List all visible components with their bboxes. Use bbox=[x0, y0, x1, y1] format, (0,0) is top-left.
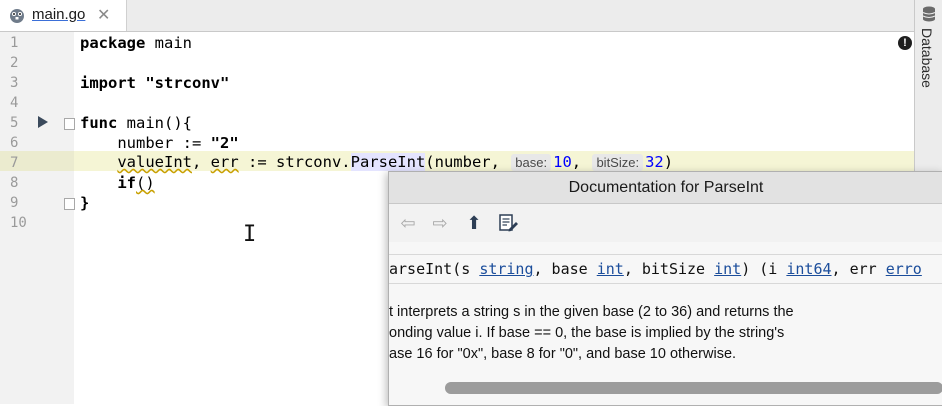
close-icon[interactable]: ✕ bbox=[97, 5, 110, 25]
number-literal: 32 bbox=[645, 153, 664, 171]
signature-text: ) (i bbox=[741, 260, 787, 278]
tab-main-go[interactable]: main.go ✕ bbox=[0, 0, 127, 31]
tab-label: main.go bbox=[32, 6, 86, 23]
documentation-popup[interactable]: Documentation for ParseInt ⇦ ⇨ ⬆ arseInt… bbox=[388, 171, 942, 406]
number-literal: 10 bbox=[553, 153, 572, 171]
variable-unused: valueInt bbox=[117, 153, 192, 171]
scrollbar-thumb[interactable] bbox=[445, 382, 942, 394]
code-text: main(){ bbox=[117, 114, 192, 132]
type-link[interactable]: int bbox=[597, 260, 624, 278]
string-literal: "strconv" bbox=[136, 74, 230, 92]
horizontal-scrollbar[interactable] bbox=[445, 382, 942, 394]
line-number: 5 bbox=[10, 115, 19, 131]
database-icon[interactable] bbox=[922, 6, 936, 22]
function-call: ParseInt bbox=[350, 153, 426, 171]
doc-line: onding value i. If base == 0, the base i… bbox=[389, 325, 785, 341]
parameter-hint: base: bbox=[511, 154, 552, 171]
go-gopher-file-icon bbox=[10, 9, 24, 23]
doc-line: ase 16 for "0x", base 8 for "0", and bas… bbox=[389, 346, 737, 362]
line-number: 3 bbox=[10, 75, 19, 91]
code-line-7: valueInt, err := strconv.ParseInt(number… bbox=[80, 153, 673, 171]
up-arrow-icon[interactable]: ⬆ bbox=[463, 212, 485, 234]
code-line-8: if() bbox=[80, 174, 155, 192]
code-text: , bbox=[571, 153, 591, 171]
code-line-9: } bbox=[80, 194, 89, 212]
parameter-hint: bitSize: bbox=[592, 154, 644, 171]
line-number: 1 bbox=[10, 35, 19, 51]
string-literal: "2" bbox=[210, 134, 239, 152]
line-number: 4 bbox=[10, 95, 19, 111]
keyword: if bbox=[117, 174, 136, 192]
code-line-1: package main bbox=[80, 34, 192, 52]
back-arrow-icon[interactable]: ⇦ bbox=[397, 212, 419, 234]
signature-text: , bitSize bbox=[623, 260, 715, 278]
code-text: number := bbox=[80, 134, 211, 152]
text-cursor-icon: I bbox=[243, 222, 257, 247]
code-text: , bbox=[191, 153, 211, 171]
line-number: 8 bbox=[10, 175, 19, 191]
code-text: := strconv. bbox=[238, 153, 351, 171]
code-text: } bbox=[80, 194, 90, 212]
code-text: (number, bbox=[425, 153, 510, 171]
line-number: 6 bbox=[10, 135, 19, 151]
line-number: 2 bbox=[10, 55, 19, 71]
keyword: package bbox=[80, 34, 146, 52]
forward-arrow-icon[interactable]: ⇨ bbox=[429, 212, 451, 234]
fold-icon[interactable] bbox=[64, 198, 75, 210]
signature-text: , base bbox=[533, 260, 597, 278]
run-icon[interactable] bbox=[38, 116, 48, 128]
signature-text: , err bbox=[831, 260, 886, 278]
type-link[interactable]: int64 bbox=[786, 260, 831, 278]
edit-source-icon[interactable] bbox=[497, 212, 519, 234]
variable-unused: err bbox=[210, 153, 239, 171]
code-line-6: number := "2" bbox=[80, 134, 239, 152]
popup-title[interactable]: Documentation for ParseInt bbox=[389, 172, 942, 204]
fold-icon[interactable] bbox=[64, 118, 75, 130]
doc-description: t interprets a string s in the given bas… bbox=[389, 302, 942, 365]
type-link[interactable]: erro bbox=[886, 260, 922, 278]
keyword: import bbox=[80, 74, 136, 92]
code-text: main bbox=[145, 34, 192, 52]
type-link[interactable]: int bbox=[714, 260, 741, 278]
line-number: 7 bbox=[10, 155, 19, 171]
code-text: () bbox=[136, 174, 155, 192]
doc-toolbar: ⇦ ⇨ ⬆ bbox=[389, 204, 942, 242]
line-number: 9 bbox=[10, 195, 19, 211]
function-signature: arseInt(s string, base int, bitSize int)… bbox=[389, 254, 942, 284]
doc-line: t interprets a string s in the given bas… bbox=[389, 304, 794, 320]
keyword: func bbox=[80, 114, 118, 132]
signature-text: arseInt(s bbox=[389, 260, 480, 278]
code-line-5: func main(){ bbox=[80, 114, 192, 132]
code-line-3: import "strconv" bbox=[80, 74, 229, 92]
editor-tab-bar: main.go ✕ bbox=[0, 0, 914, 32]
line-number: 10 bbox=[10, 215, 27, 231]
warning-icon[interactable]: ! bbox=[898, 36, 912, 50]
database-tool-window-button[interactable]: Database bbox=[919, 28, 935, 88]
type-link[interactable]: string bbox=[479, 260, 533, 278]
code-text: ) bbox=[663, 153, 674, 171]
